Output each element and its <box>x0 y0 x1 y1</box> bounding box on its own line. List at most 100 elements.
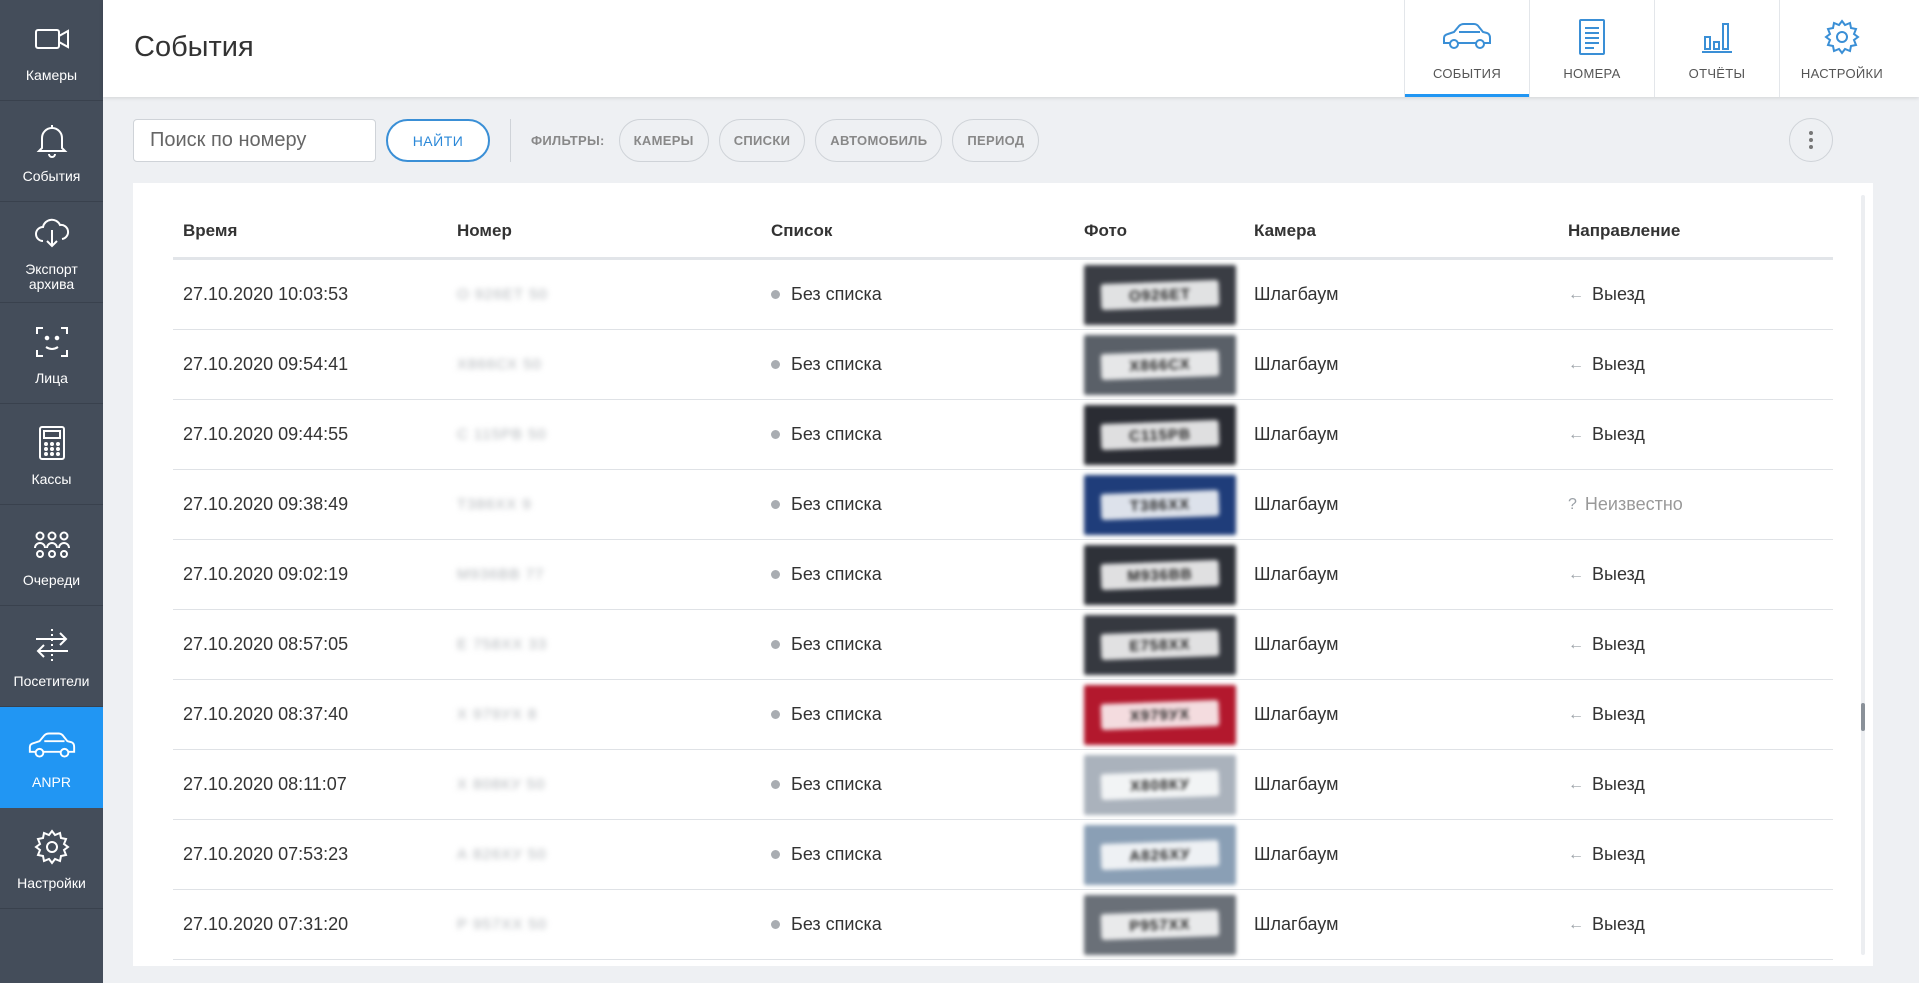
arrow-left-icon: ← <box>1568 845 1584 863</box>
arrow-left-icon: ← <box>1568 355 1584 373</box>
sidebar-item-visitors[interactable]: Посетители <box>0 606 103 707</box>
list-status-dot <box>771 850 780 859</box>
table-row[interactable]: 27.10.2020 07:53:23 А 826ХУ 50 Без списк… <box>173 820 1833 890</box>
cell-photo[interactable]: М936ВВ <box>1084 540 1236 609</box>
cell-direction: ? Неизвестно <box>1568 470 1683 539</box>
more-options-button[interactable] <box>1789 118 1833 162</box>
direction-text: Выезд <box>1592 704 1645 724</box>
cell-photo[interactable]: Х808КУ <box>1084 750 1236 819</box>
sidebar-item-cameras[interactable]: Камеры <box>0 0 103 101</box>
plate-number-text: А 826ХУ 50 <box>457 846 547 863</box>
list-status-dot <box>771 640 780 649</box>
cell-camera: Шлагбаум <box>1254 914 1339 934</box>
table-row[interactable]: 27.10.2020 09:54:41 Х866СХ 50 Без списка… <box>173 330 1833 400</box>
plate-photo[interactable]: Е758ХХ <box>1084 614 1236 675</box>
gear-icon <box>31 826 73 868</box>
sidebar-item-events[interactable]: События <box>0 101 103 202</box>
table-scrollbar[interactable] <box>1861 195 1865 955</box>
plate-photo[interactable]: О926ЕТ <box>1084 264 1236 325</box>
plate-photo[interactable]: А826ХУ <box>1084 824 1236 885</box>
plate-photo[interactable]: Т386ХХ <box>1084 474 1236 535</box>
table-row[interactable]: 27.10.2020 07:31:20 Р 957ХХ 50 Без списк… <box>173 890 1833 960</box>
tab-label: НОМЕРА <box>1563 66 1621 81</box>
list-name: Без списка <box>791 424 882 444</box>
filter-cameras-chip[interactable]: КАМЕРЫ <box>618 119 709 162</box>
column-header-time[interactable]: Время <box>183 221 237 241</box>
cell-photo[interactable]: О926ЕТ <box>1084 260 1236 329</box>
table-row[interactable]: 27.10.2020 09:44:55 С 115РВ 50 Без списк… <box>173 400 1833 470</box>
plate-photo[interactable]: Х808КУ <box>1084 754 1236 815</box>
filter-vehicle-chip[interactable]: АВТОМОБИЛЬ <box>815 119 943 162</box>
plate-photo[interactable]: М936ВВ <box>1084 544 1236 605</box>
plate-photo[interactable]: Х866СХ <box>1084 334 1236 395</box>
scrollbar-thumb[interactable] <box>1861 703 1865 731</box>
bell-icon <box>31 119 73 161</box>
arrow-left-icon: ← <box>1568 285 1584 303</box>
cell-number: Х 979УХ 8 <box>427 680 585 749</box>
arrow-left-icon: ← <box>1568 425 1584 443</box>
sidebar-item-archive-export[interactable]: Экспорт архива <box>0 202 103 303</box>
sidebar-item-cash-registers[interactable]: Кассы <box>0 404 103 505</box>
visitors-arrows-icon <box>31 624 73 666</box>
sidebar-item-settings[interactable]: Настройки <box>0 808 103 909</box>
cell-list: Без списка <box>771 680 882 749</box>
cell-list: Без списка <box>771 540 882 609</box>
column-header-camera[interactable]: Камера <box>1254 221 1316 241</box>
cell-number: О 926ЕТ 50 <box>427 260 585 329</box>
table-row[interactable]: 27.10.2020 08:11:07 Х 808КУ 50 Без списк… <box>173 750 1833 820</box>
column-header-list[interactable]: Список <box>771 221 832 241</box>
arrow-left-icon: ← <box>1568 635 1584 653</box>
list-name: Без списка <box>791 494 882 514</box>
direction-text: Неизвестно <box>1584 494 1683 514</box>
cell-number: А 826ХУ 50 <box>427 820 585 889</box>
filter-period-chip[interactable]: ПЕРИОД <box>952 119 1040 162</box>
sidebar-item-label: Настройки <box>17 874 86 891</box>
sidebar-item-label: ANPR <box>32 773 71 790</box>
cell-photo[interactable]: Р957ХХ <box>1084 890 1236 959</box>
table-row[interactable]: 27.10.2020 09:02:19 М936ВВ 77 Без списка… <box>173 540 1833 610</box>
plate-photo[interactable]: Р957ХХ <box>1084 894 1236 955</box>
cell-time: 27.10.2020 07:31:20 <box>183 914 349 934</box>
cell-photo[interactable]: А826ХУ <box>1084 820 1236 889</box>
cell-photo[interactable]: Т386ХХ <box>1084 470 1236 539</box>
gear-icon <box>1815 16 1869 58</box>
arrow-left-icon: ← <box>1568 705 1584 723</box>
sidebar-item-faces[interactable]: Лица <box>0 303 103 404</box>
cell-camera: Шлагбаум <box>1254 774 1339 794</box>
find-button[interactable]: НАЙТИ <box>386 119 490 162</box>
sidebar-item-anpr[interactable]: ANPR <box>0 707 103 808</box>
cell-direction: ← Выезд <box>1568 260 1645 329</box>
cell-photo[interactable]: Е758ХХ <box>1084 610 1236 679</box>
tab-events[interactable]: СОБЫТИЯ <box>1404 0 1529 97</box>
tab-reports[interactable]: ОТЧЁТЫ <box>1654 0 1779 97</box>
cell-photo[interactable]: Х979УХ <box>1084 680 1236 749</box>
table-row[interactable]: 27.10.2020 09:38:49 Т386ХХ 9 Без списка … <box>173 470 1833 540</box>
arrow-left-icon: ← <box>1568 915 1584 933</box>
cell-camera: Шлагбаум <box>1254 634 1339 654</box>
plate-photo[interactable]: С115РВ <box>1084 404 1236 465</box>
search-input[interactable] <box>150 129 415 152</box>
sidebar-item-queues[interactable]: Очереди <box>0 505 103 606</box>
cell-number: Т386ХХ 9 <box>427 470 585 539</box>
table-row[interactable]: 27.10.2020 10:03:53 О 926ЕТ 50 Без списк… <box>173 260 1833 330</box>
list-status-dot <box>771 360 780 369</box>
sidebar-item-label: Экспорт архива <box>25 261 78 292</box>
column-header-direction[interactable]: Направление <box>1568 221 1680 241</box>
tab-label: ОТЧЁТЫ <box>1688 66 1746 81</box>
arrow-left-icon: ← <box>1568 775 1584 793</box>
plate-photo-text: Х866СХ <box>1100 349 1220 380</box>
tab-numbers[interactable]: НОМЕРА <box>1529 0 1654 97</box>
filter-lists-chip[interactable]: СПИСКИ <box>718 119 806 162</box>
plate-number-text: Х 979УХ 8 <box>457 706 538 723</box>
cell-photo[interactable]: Х866СХ <box>1084 330 1236 399</box>
plate-photo-text: Т386ХХ <box>1100 489 1220 520</box>
column-header-number[interactable]: Номер <box>457 221 512 241</box>
cell-camera: Шлагбаум <box>1254 704 1339 724</box>
events-table-panel: Время Номер Список Фото Камера Направлен… <box>133 183 1873 966</box>
table-row[interactable]: 27.10.2020 08:37:40 Х 979УХ 8 Без списка… <box>173 680 1833 750</box>
list-name: Без списка <box>791 284 882 304</box>
tab-settings[interactable]: НАСТРОЙКИ <box>1779 0 1904 97</box>
cell-photo[interactable]: С115РВ <box>1084 400 1236 469</box>
plate-photo[interactable]: Х979УХ <box>1084 684 1236 745</box>
table-row[interactable]: 27.10.2020 08:57:05 Е 758ХХ 33 Без списк… <box>173 610 1833 680</box>
